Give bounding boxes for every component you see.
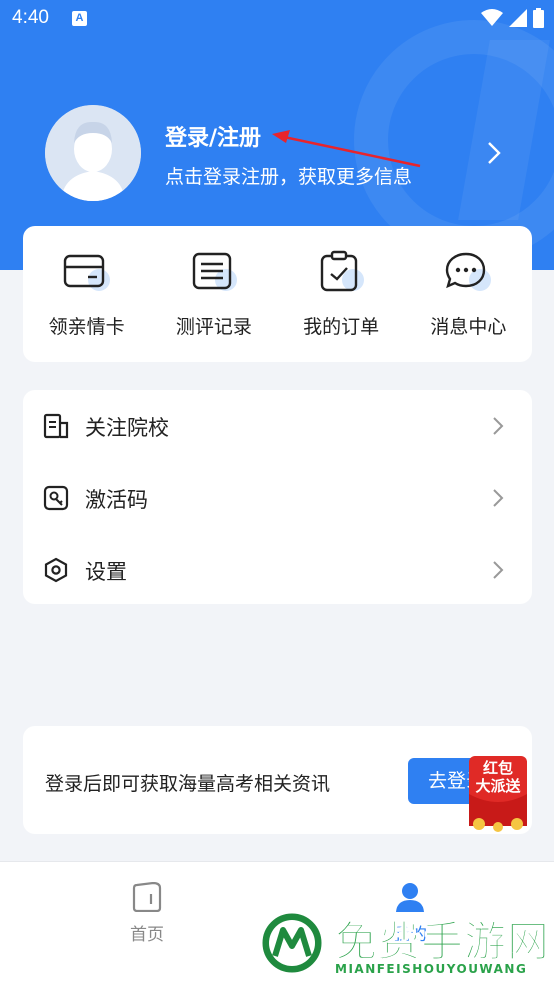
chevron-right-icon <box>493 561 504 579</box>
list-icon <box>192 252 237 291</box>
a-icon: A <box>72 11 87 26</box>
red-packet-line2: 大派送 <box>475 777 521 795</box>
watermark-subtitle: MIANFEISHOUYOUWANG <box>335 962 528 976</box>
menu-item-label: 关注院校 <box>85 416 169 440</box>
clipboard-check-icon <box>320 250 365 292</box>
red-packet-badge[interactable]: 红包 大派送 <box>465 754 531 832</box>
activation-code-icon <box>43 485 69 511</box>
settings-hexagon-icon <box>44 557 68 583</box>
site-watermark: 免费手游网 MIANFEISHOUYOUWANG <box>255 904 554 984</box>
signal-icon <box>509 9 527 27</box>
status-icons <box>481 8 544 28</box>
card-icon <box>63 254 110 291</box>
login-register-link[interactable]: 登录/注册 <box>165 120 261 152</box>
quick-action-assessment-records[interactable]: 测评记录 <box>150 226 277 362</box>
quick-action-message-center[interactable]: 消息中心 <box>405 226 532 362</box>
quick-action-label: 消息中心 <box>430 316 507 338</box>
promo-text: 登录后即可获取海量高考相关资讯 <box>45 773 331 795</box>
status-bar: 4:40 A <box>0 0 554 36</box>
chat-bubble-icon <box>446 252 492 291</box>
chevron-right-icon <box>493 489 504 507</box>
menu-item-label: 激活码 <box>85 488 148 512</box>
wifi-icon <box>481 9 503 26</box>
menu-item-label: 设置 <box>85 560 127 584</box>
menu-item-activation-code[interactable]: 激活码 <box>23 462 532 534</box>
watermark-logo-icon <box>259 910 325 976</box>
default-avatar-icon <box>45 105 141 201</box>
battery-icon <box>533 8 544 28</box>
red-packet-line1: 红包 <box>482 759 513 777</box>
chevron-right-icon <box>493 417 504 435</box>
tab-home[interactable]: 首页 <box>87 882 207 945</box>
home-icon <box>132 882 162 912</box>
quick-action-label: 领亲情卡 <box>48 316 125 338</box>
quick-action-family-card[interactable]: 领亲情卡 <box>23 226 150 362</box>
avatar[interactable] <box>45 105 141 201</box>
menu-item-settings[interactable]: 设置 <box>23 534 532 606</box>
quick-action-my-orders[interactable]: 我的订单 <box>278 226 405 362</box>
school-icon <box>43 413 69 439</box>
watermark-title: 免费手游网 <box>334 917 551 967</box>
quick-action-label: 我的订单 <box>303 316 380 338</box>
menu-card: 关注院校 激活码 设置 <box>23 390 532 604</box>
chevron-right-icon[interactable] <box>484 140 504 166</box>
login-promo-card: 登录后即可获取海量高考相关资讯 去登录 红包 大派送 <box>23 726 532 834</box>
status-time: 4:40 <box>12 7 49 28</box>
menu-item-followed-schools[interactable]: 关注院校 <box>23 390 532 462</box>
quick-actions-card: 领亲情卡 测评记录 我的订单 消息中心 <box>23 226 532 362</box>
red-arrow-annotation <box>272 130 421 168</box>
tab-label: 首页 <box>130 925 164 945</box>
quick-action-label: 测评记录 <box>175 316 252 338</box>
